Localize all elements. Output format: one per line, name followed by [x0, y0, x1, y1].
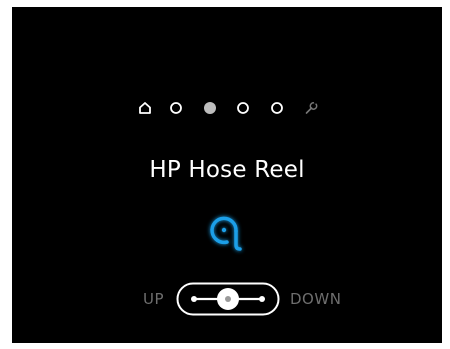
down-label[interactable]: DOWN	[290, 290, 341, 308]
hmi-screen: HP Hose Reel UP DOWN	[12, 7, 442, 343]
page-dot-3[interactable]	[234, 99, 252, 117]
page-dot-1[interactable]	[167, 99, 185, 117]
page-dot-4[interactable]	[268, 99, 286, 117]
page-title: HP Hose Reel	[149, 157, 305, 183]
page-indicator	[12, 99, 442, 117]
up-down-toggle-row: UP DOWN	[12, 282, 442, 316]
up-down-toggle[interactable]	[176, 282, 280, 316]
hose-reel-icon	[203, 207, 249, 253]
home-icon[interactable]	[136, 99, 154, 117]
up-label[interactable]: UP	[143, 290, 164, 308]
wrench-icon[interactable]	[302, 99, 320, 117]
page-dot-2-active[interactable]	[201, 99, 219, 117]
